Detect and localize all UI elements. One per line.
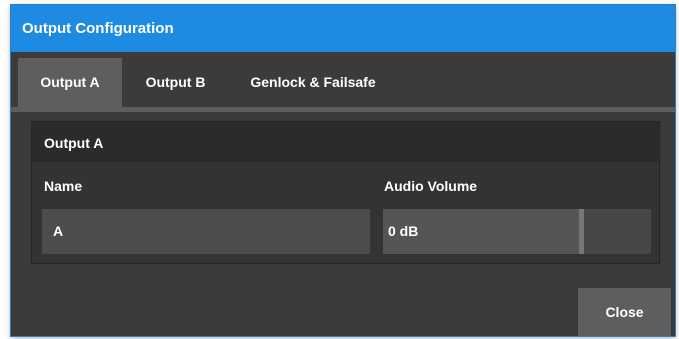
name-field[interactable]: A [42,209,370,254]
output-a-group: Output A Name Audio Volume A 0 dB [31,121,660,264]
name-label: Name [44,178,83,194]
audio-volume-slider[interactable]: 0 dB [383,209,651,254]
close-button[interactable]: Close [578,288,671,336]
output-configuration-dialog: Output Configuration Output A Output B G… [11,5,675,336]
tab-output-a[interactable]: Output A [18,58,122,108]
audio-volume-thumb[interactable] [579,209,584,254]
tab-genlock-failsafe[interactable]: Genlock & Failsafe [229,58,397,108]
group-title: Output A [32,122,659,162]
audio-volume-label: Audio Volume [384,178,478,194]
audio-volume-value: 0 dB [388,223,419,239]
tab-strip: Output A Output B Genlock & Failsafe [11,52,675,108]
dialog-title: Output Configuration [11,5,675,52]
tab-content: Output A Name Audio Volume A 0 dB Close [11,112,675,336]
tab-output-b[interactable]: Output B [122,58,229,108]
